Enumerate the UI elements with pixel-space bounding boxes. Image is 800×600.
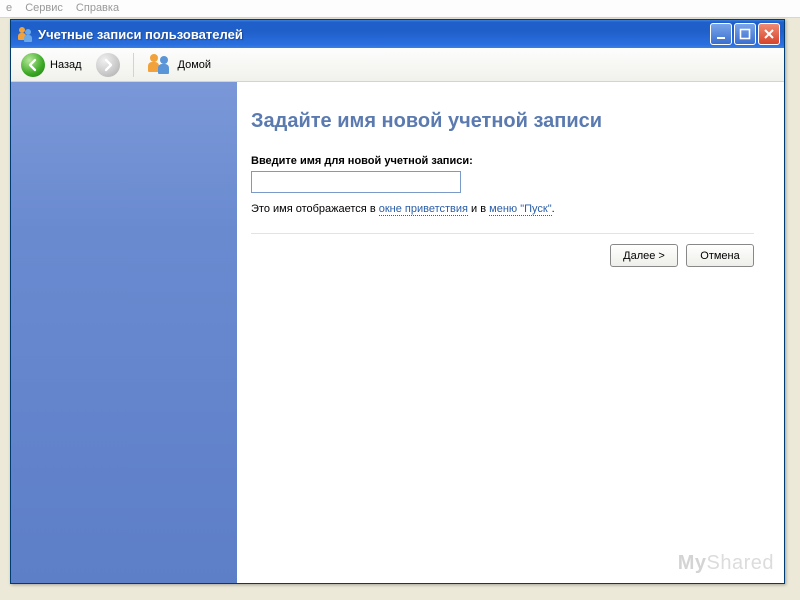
users-icon xyxy=(147,54,173,76)
sidebar xyxy=(11,82,237,583)
welcome-screen-link[interactable]: окне приветствия xyxy=(379,203,468,216)
user-accounts-window: Учетные записи пользователей Назад xyxy=(10,19,785,584)
content-pane: Задайте имя новой учетной записи Введите… xyxy=(237,82,784,583)
start-menu-link[interactable]: меню "Пуск" xyxy=(489,203,551,216)
titlebar[interactable]: Учетные записи пользователей xyxy=(11,20,784,48)
next-button[interactable]: Далее > xyxy=(610,244,678,267)
instruction-label: Введите имя для новой учетной записи: xyxy=(251,155,754,167)
page-title: Задайте имя новой учетной записи xyxy=(251,110,754,133)
account-name-input[interactable] xyxy=(251,171,461,193)
hint-suffix: . xyxy=(552,203,555,215)
forward-button[interactable] xyxy=(92,51,124,79)
back-button[interactable]: Назад xyxy=(17,51,86,79)
separator xyxy=(133,53,134,77)
divider xyxy=(251,233,754,234)
back-label: Назад xyxy=(50,59,82,71)
hint-mid: и в xyxy=(468,203,489,215)
menu-item[interactable]: Сервис xyxy=(25,2,63,14)
button-row: Далее > Отмена xyxy=(251,244,754,267)
back-arrow-icon xyxy=(21,53,45,77)
parent-window-menubar: е Сервис Справка xyxy=(0,0,800,18)
minimize-button[interactable] xyxy=(710,23,732,45)
menu-item[interactable]: Справка xyxy=(76,2,119,14)
home-label: Домой xyxy=(178,59,212,71)
window-title: Учетные записи пользователей xyxy=(38,27,710,42)
window-controls xyxy=(710,23,780,45)
watermark: MyShared xyxy=(678,552,774,575)
menu-item[interactable]: е xyxy=(6,2,12,14)
cancel-button[interactable]: Отмена xyxy=(686,244,754,267)
body-area: Задайте имя новой учетной записи Введите… xyxy=(11,82,784,583)
forward-arrow-icon xyxy=(96,53,120,77)
close-button[interactable] xyxy=(758,23,780,45)
users-icon xyxy=(17,26,33,42)
home-button[interactable]: Домой xyxy=(143,52,216,78)
toolbar: Назад Домой xyxy=(11,48,784,82)
hint-text: Это имя отображается в окне приветствия … xyxy=(251,203,754,215)
hint-prefix: Это имя отображается в xyxy=(251,203,379,215)
maximize-button[interactable] xyxy=(734,23,756,45)
